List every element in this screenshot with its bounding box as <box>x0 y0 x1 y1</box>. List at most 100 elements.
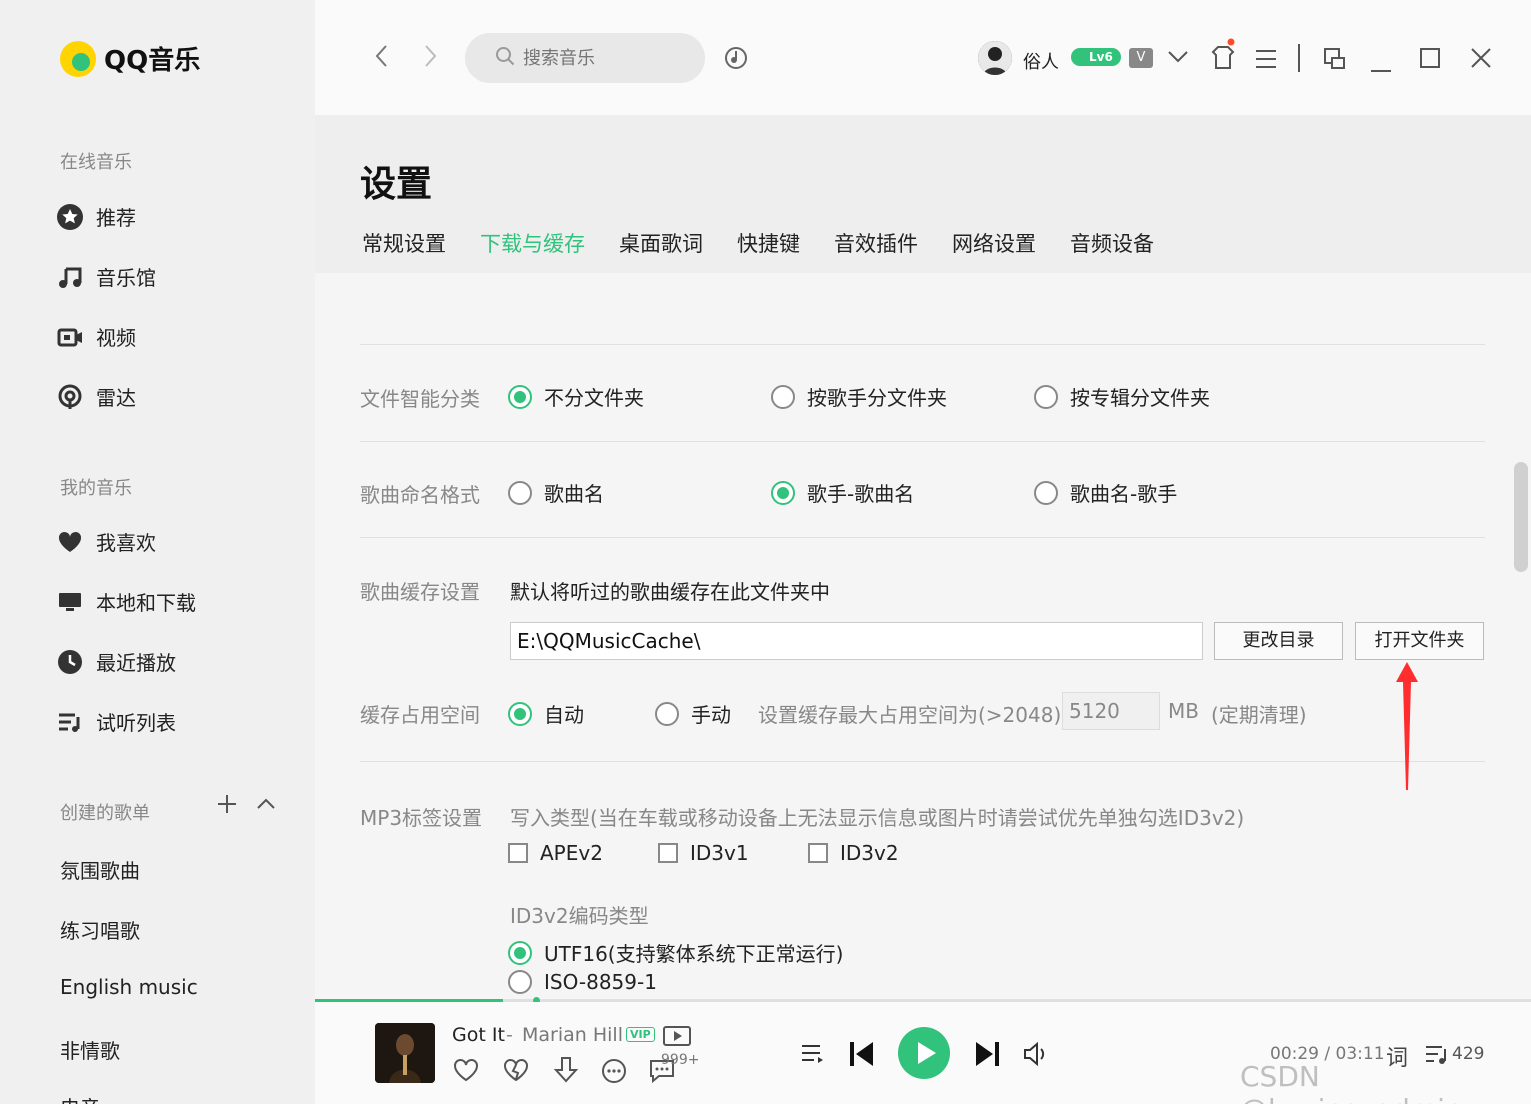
music-recognition-icon[interactable] <box>724 44 748 76</box>
song-title[interactable]: Got It <box>452 1024 505 1046</box>
section-created-playlists: 创建的歌单 <box>60 803 150 824</box>
minimize-icon[interactable] <box>1371 58 1391 77</box>
sidebar-item-label: 我喜欢 <box>96 531 156 555</box>
more-options-icon[interactable] <box>601 1058 627 1088</box>
sidebar-item-label: 推荐 <box>96 206 136 230</box>
sidebar-item-favorites[interactable]: 我喜欢 <box>56 527 156 556</box>
song-separator: - <box>506 1024 513 1046</box>
username[interactable]: 俗人 <box>1023 48 1059 74</box>
radio-cache-manual[interactable]: 手动 <box>655 699 731 728</box>
checkbox-id3v2[interactable]: ID3v2 <box>808 841 899 865</box>
vip-badge[interactable]: V <box>1129 48 1153 68</box>
vip-song-badge: VIP <box>626 1027 655 1042</box>
sidebar-item-label: 试听列表 <box>96 711 176 735</box>
search-box[interactable] <box>465 33 705 83</box>
sidebar-item-radar[interactable]: 雷达 <box>56 382 136 411</box>
playlist-item[interactable]: 电音 <box>60 1092 100 1104</box>
sidebar-item-recent[interactable]: 最近播放 <box>56 647 176 676</box>
radio-encoding-utf16[interactable]: UTF16(支持繁体系统下正常运行) <box>508 938 843 967</box>
cache-max-text: 设置缓存最大占用空间为(>2048) <box>758 703 1062 727</box>
cache-description: 默认将听过的歌曲缓存在此文件夹中 <box>510 580 830 604</box>
previous-track-icon[interactable] <box>849 1041 875 1071</box>
radio-song-artist[interactable]: 歌曲名-歌手 <box>1034 478 1177 507</box>
back-chevron-icon[interactable] <box>373 42 389 77</box>
change-directory-button[interactable]: 更改目录 <box>1214 622 1343 660</box>
tab-network[interactable]: 网络设置 <box>952 228 1036 258</box>
annotation-arrow-icon <box>1396 662 1418 790</box>
radio-by-album-folder[interactable]: 按专辑分文件夹 <box>1034 382 1210 411</box>
music-note-icon <box>56 263 84 291</box>
file-classify-label: 文件智能分类 <box>360 387 480 411</box>
collapse-chevron-up-icon[interactable] <box>256 792 276 822</box>
user-menu-chevron-down-icon[interactable] <box>1167 48 1189 68</box>
radio-song-name[interactable]: 歌曲名 <box>508 478 604 507</box>
dislike-broken-heart-icon[interactable] <box>503 1058 529 1086</box>
sidebar-item-label: 雷达 <box>96 386 136 410</box>
forward-chevron-icon[interactable] <box>423 42 439 77</box>
like-heart-icon[interactable] <box>453 1058 479 1086</box>
toolbar-divider <box>1298 44 1300 72</box>
add-playlist-icon[interactable] <box>216 792 238 822</box>
checkbox-id3v1[interactable]: ID3v1 <box>658 841 749 865</box>
playlist-item[interactable]: 非情歌 <box>60 1035 120 1064</box>
settings-tabs: 常规设置 下载与缓存 桌面歌词 快捷键 音效插件 网络设置 音频设备 <box>362 228 1188 290</box>
mv-play-icon[interactable] <box>663 1026 691 1050</box>
sidebar-item-label: 最近播放 <box>96 651 176 675</box>
checkbox-apev2[interactable]: APEv2 <box>508 841 603 865</box>
tab-sound-plugins[interactable]: 音效插件 <box>834 228 918 258</box>
playlist-item[interactable]: 氛围歌曲 <box>60 855 140 884</box>
page-title: 设置 <box>360 164 433 205</box>
cache-path-input[interactable] <box>510 622 1203 660</box>
sidebar-item-recommend[interactable]: 推荐 <box>56 202 136 231</box>
playlist-icon <box>56 708 84 736</box>
mini-mode-icon[interactable] <box>1323 47 1347 75</box>
sidebar-item-music-hall[interactable]: 音乐馆 <box>56 262 156 291</box>
cache-size-input[interactable] <box>1062 692 1160 730</box>
tab-download-cache[interactable]: 下载与缓存 <box>480 228 585 290</box>
search-input[interactable] <box>523 47 673 69</box>
qq-music-logo-icon <box>60 40 96 77</box>
naming-format-label: 歌曲命名格式 <box>360 483 480 507</box>
sidebar-item-local-download[interactable]: 本地和下载 <box>56 587 196 616</box>
monitor-icon <box>56 588 84 616</box>
divider <box>360 761 1485 762</box>
open-folder-button[interactable]: 打开文件夹 <box>1355 622 1484 660</box>
tab-shortcuts[interactable]: 快捷键 <box>737 228 800 258</box>
playlist-item[interactable]: English music <box>60 975 198 999</box>
close-icon[interactable] <box>1471 48 1491 72</box>
settings-scrollbar[interactable] <box>1514 462 1528 572</box>
radio-artist-song[interactable]: 歌手-歌曲名 <box>771 478 914 507</box>
watermark-text: CSDN @kuxing_admin <box>1240 1060 1463 1104</box>
download-icon[interactable] <box>553 1056 579 1088</box>
radio-encoding-iso8859[interactable]: ISO-8859-1 <box>508 970 657 994</box>
sidebar-item-label: 视频 <box>96 326 136 350</box>
tab-audio-device[interactable]: 音频设备 <box>1070 228 1154 258</box>
maximize-icon[interactable] <box>1420 48 1440 72</box>
cache-space-label: 缓存占用空间 <box>360 703 480 727</box>
volume-icon[interactable] <box>1023 1041 1049 1070</box>
radio-by-artist-folder[interactable]: 按歌手分文件夹 <box>771 382 947 411</box>
section-my-music: 我的音乐 <box>60 478 132 499</box>
radio-no-folder[interactable]: 不分文件夹 <box>508 382 644 411</box>
top-bar: 俗人 Lv6 V <box>315 0 1531 115</box>
tab-desktop-lyrics[interactable]: 桌面歌词 <box>619 228 703 258</box>
play-order-icon[interactable] <box>801 1044 825 1068</box>
id3v2-encoding-label: ID3v2编码类型 <box>510 904 649 928</box>
skin-shirt-icon[interactable] <box>1210 36 1236 76</box>
app-title: QQ音乐 <box>104 46 201 76</box>
main-menu-icon[interactable] <box>1255 49 1277 73</box>
playlist-item[interactable]: 练习唱歌 <box>60 915 140 944</box>
cache-cleanup-note: (定期清理) <box>1211 703 1307 727</box>
tab-general[interactable]: 常规设置 <box>362 228 446 258</box>
sidebar-item-trial-list[interactable]: 试听列表 <box>56 707 176 736</box>
play-button[interactable] <box>898 1027 950 1079</box>
radio-cache-auto[interactable]: 自动 <box>508 699 584 728</box>
next-track-icon[interactable] <box>974 1041 1000 1071</box>
sidebar-item-video[interactable]: 视频 <box>56 322 136 351</box>
album-cover[interactable] <box>375 1023 435 1083</box>
mp3-tags-label: MP3标签设置 <box>360 806 483 830</box>
app-logo[interactable]: QQ音乐 <box>60 40 200 77</box>
user-avatar[interactable] <box>978 41 1012 75</box>
level-label: Lv6 <box>1089 50 1113 64</box>
song-artist[interactable]: Marian Hill <box>522 1024 623 1046</box>
